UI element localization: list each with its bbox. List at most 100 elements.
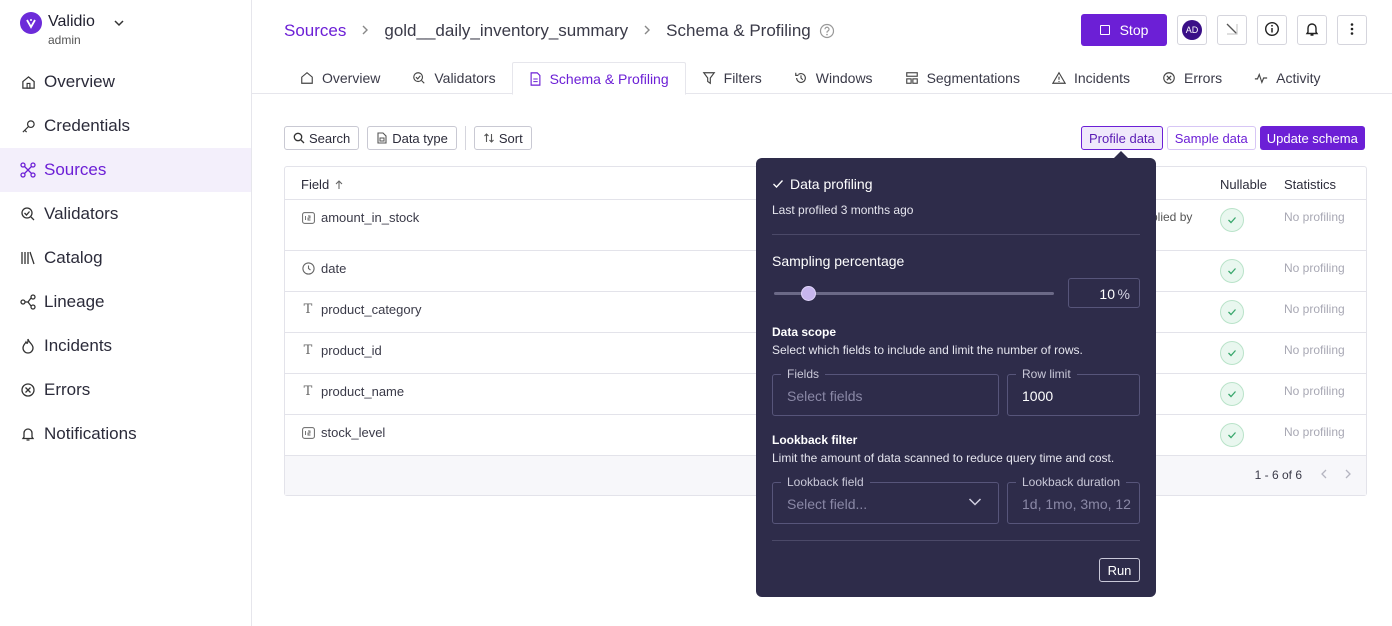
warning-icon <box>1051 71 1066 85</box>
check-icon <box>1220 208 1244 232</box>
toolbar-divider <box>464 126 466 150</box>
lookback-filter-description: Limit the amount of data scanned to redu… <box>772 451 1115 465</box>
sidebar-item-errors[interactable]: Errors <box>0 368 251 412</box>
field-name: stock_level <box>321 425 386 440</box>
user-role: admin <box>48 33 81 47</box>
validio-logo-icon <box>20 12 42 34</box>
update-schema-button[interactable]: Update schema <box>1259 126 1365 150</box>
data-type-filter-button[interactable]: Data type <box>367 126 457 150</box>
sidebar-item-label: Incidents <box>44 336 113 355</box>
error-icon <box>1162 71 1176 85</box>
home-icon <box>20 74 36 90</box>
help-icon[interactable] <box>819 23 835 39</box>
check-icon <box>1220 259 1244 283</box>
page-title: Schema & Profiling <box>666 21 811 40</box>
tab-errors[interactable]: Errors <box>1146 62 1238 94</box>
field-name: product_category <box>321 302 422 317</box>
fields-select[interactable]: Fields Select fields <box>772 367 999 416</box>
sidebar-item-label: Sources <box>44 160 107 179</box>
text-icon: T <box>303 384 313 399</box>
statistics-column-header[interactable]: Statistics <box>1284 177 1336 192</box>
tab-incidents[interactable]: Incidents <box>1036 62 1146 94</box>
run-button[interactable]: Run <box>1099 558 1140 582</box>
search-button[interactable]: Search <box>284 126 360 150</box>
avatar-button[interactable]: AD <box>1177 15 1207 45</box>
sidebar-item-catalog[interactable]: Catalog <box>0 236 251 280</box>
statistics-cell: No profiling <box>1284 261 1345 275</box>
field-name: product_id <box>321 343 382 358</box>
sidebar-item-sources[interactable]: Sources <box>0 148 251 192</box>
statistics-cell: No profiling <box>1284 384 1345 398</box>
description-cell: plied by <box>1151 210 1193 224</box>
check-icon <box>1220 423 1244 447</box>
info-icon <box>1264 21 1280 40</box>
check-icon <box>772 178 784 190</box>
sidebar-nav: Overview Credentials Sources Validators … <box>0 60 251 456</box>
more-options-button[interactable] <box>1337 15 1367 45</box>
slider-thumb[interactable] <box>801 286 816 301</box>
sidebar-item-lineage[interactable]: Lineage <box>0 280 251 324</box>
number-icon <box>301 426 315 439</box>
sort-ascending-icon <box>334 179 344 190</box>
tab-schema-profiling[interactable]: Schema & Profiling <box>511 62 686 95</box>
check-icon <box>1220 382 1244 406</box>
tab-overview[interactable]: Overview <box>284 62 396 94</box>
statistics-cell: No profiling <box>1284 425 1345 439</box>
popover-title: Data profiling <box>790 176 873 192</box>
sidebar-item-incidents[interactable]: Incidents <box>0 324 251 368</box>
clock-icon <box>301 262 315 275</box>
info-button[interactable] <box>1257 15 1287 45</box>
lookback-duration-input[interactable]: Lookback duration 1d, 1mo, 3mo, 12 <box>1007 475 1140 524</box>
previous-page-icon[interactable] <box>1320 468 1328 482</box>
field-name: date <box>321 261 347 276</box>
tab-segmentations[interactable]: Segmentations <box>889 62 1036 94</box>
catalog-icon <box>20 250 36 266</box>
breadcrumb-sources-link[interactable]: Sources <box>284 21 346 41</box>
sidebar-item-credentials[interactable]: Credentials <box>0 104 251 148</box>
segments-icon <box>905 71 919 85</box>
last-profiled-text: Last profiled 3 months ago <box>772 203 914 217</box>
row-limit-input[interactable]: Row limit 1000 <box>1007 367 1140 416</box>
text-icon: T <box>303 343 313 358</box>
data-profiling-popover: Data profiling Last profiled 3 months ag… <box>756 158 1156 597</box>
tab-activity[interactable]: Activity <box>1238 62 1336 94</box>
sort-button[interactable]: Sort <box>473 126 532 150</box>
lookback-field-select[interactable]: Lookback field Select field... <box>772 475 999 524</box>
theme-toggle-button[interactable] <box>1217 15 1247 45</box>
sidebar-item-overview[interactable]: Overview <box>0 60 251 104</box>
sampling-slider[interactable] <box>774 286 1054 301</box>
stop-icon <box>1099 25 1110 35</box>
chevron-down-icon[interactable] <box>112 16 126 33</box>
sidebar-item-label: Catalog <box>44 248 103 267</box>
sidebar-item-notifications[interactable]: Notifications <box>0 412 251 456</box>
divider <box>772 234 1140 235</box>
validators-icon <box>412 71 426 85</box>
chevron-right-icon <box>642 23 652 40</box>
header-actions: Stop AD <box>1081 14 1367 46</box>
stop-button[interactable]: Stop <box>1081 14 1167 46</box>
tab-windows[interactable]: Windows <box>778 62 889 94</box>
nullable-column-header[interactable]: Nullable <box>1220 177 1267 192</box>
search-icon <box>293 132 305 144</box>
filter-icon <box>702 71 716 85</box>
profile-data-button[interactable]: Profile data <box>1081 126 1163 150</box>
tab-validators[interactable]: Validators <box>396 62 511 94</box>
avatar: AD <box>1182 20 1202 40</box>
activity-icon <box>1254 71 1268 85</box>
bell-icon <box>20 426 36 442</box>
sampling-percentage-input[interactable]: 10 % <box>1068 278 1140 308</box>
sidebar-item-validators[interactable]: Validators <box>0 192 251 236</box>
tab-filters[interactable]: Filters <box>686 62 778 94</box>
notifications-button[interactable] <box>1297 15 1327 45</box>
breadcrumb-source-link[interactable]: gold__daily_inventory_summary <box>384 21 628 41</box>
validators-icon <box>20 206 36 222</box>
sample-data-button[interactable]: Sample data <box>1166 126 1256 150</box>
workspace-switcher[interactable]: Validio admin <box>20 12 124 47</box>
sidebar: Validio admin Overview Credentials Sourc… <box>0 0 252 626</box>
sidebar-item-label: Errors <box>44 380 91 399</box>
error-icon <box>20 382 36 398</box>
next-page-icon[interactable] <box>1344 468 1352 482</box>
chevron-down-icon <box>968 497 982 507</box>
field-column-header[interactable]: Field <box>301 177 344 192</box>
data-scope-description: Select which fields to include and limit… <box>772 343 1083 357</box>
